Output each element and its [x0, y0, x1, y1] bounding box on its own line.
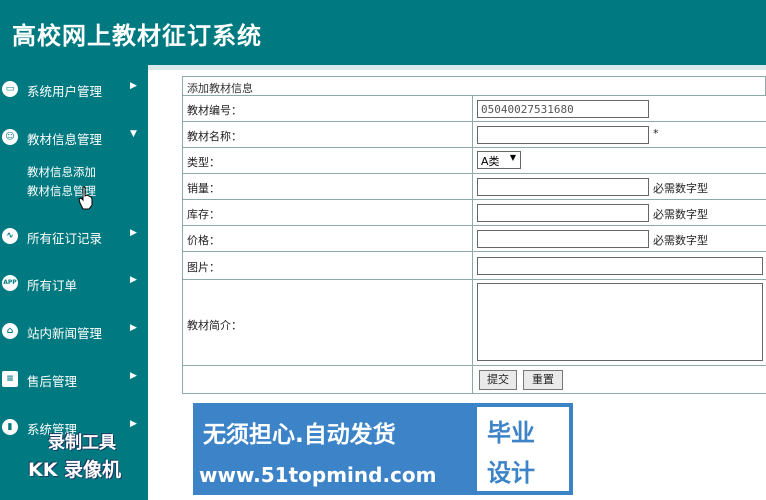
wave-icon: ∿: [2, 228, 18, 244]
numeric-hint: 必需数字型: [653, 208, 708, 221]
textbook-name-input[interactable]: [477, 126, 649, 144]
form-row-type: 类型： A类 ▼: [182, 148, 766, 174]
price-input[interactable]: [477, 230, 649, 248]
form-row-sales: 销量： 必需数字型: [182, 174, 766, 200]
field-value-cell: 必需数字型: [473, 174, 766, 199]
textbook-code-input[interactable]: [477, 100, 649, 118]
recorder-watermark-line2: KK 录像机: [28, 459, 122, 481]
ad-banner-badge: 毕业 设计: [473, 403, 573, 495]
field-label: 教材编号：: [183, 96, 473, 121]
chevron-right-icon: ▶: [130, 275, 137, 285]
chart-icon: ▮: [2, 419, 18, 435]
stack-icon: ≡: [2, 371, 18, 387]
monitor-icon: ▭: [2, 81, 18, 97]
intro-textarea[interactable]: [477, 283, 763, 361]
numeric-hint: 必需数字型: [653, 182, 708, 195]
field-label: 类型：: [183, 148, 473, 173]
chevron-right-icon: ▶: [130, 371, 137, 381]
form-row-name: 教材名称： *: [182, 122, 766, 148]
image-input[interactable]: [477, 257, 763, 275]
sidebar-item-label: 站内新闻管理: [27, 326, 103, 341]
ad-banner: 无须担心.自动发货 www.51topmind.com: [193, 403, 473, 495]
type-select[interactable]: A类 ▼: [477, 151, 521, 169]
chevron-right-icon: ▶: [130, 323, 137, 333]
app-title: 高校网上教材征订系统: [12, 21, 262, 50]
field-value-cell: [473, 252, 766, 279]
stock-input[interactable]: [477, 204, 649, 222]
dropdown-arrow-icon: ▼: [509, 153, 516, 162]
submenu-item-textbook-add[interactable]: 教材信息添加: [27, 164, 96, 180]
content-top-bar: [148, 65, 766, 70]
app-icon: APP: [2, 275, 18, 291]
sidebar-item-textbook-info[interactable]: ☺ 教材信息管理 ▼: [0, 117, 148, 157]
chevron-right-icon: ▶: [130, 81, 137, 91]
field-label: 价格：: [183, 226, 473, 251]
sidebar-item-orders[interactable]: APP 所有订单 ▶: [0, 263, 148, 303]
field-label: 图片：: [183, 252, 473, 279]
empty-label-cell: [183, 366, 473, 393]
field-label: 教材名称：: [183, 122, 473, 147]
form-row-actions: 提交 重置: [182, 366, 766, 394]
form-row-image: 图片：: [182, 252, 766, 280]
sidebar-item-label: 系统用户管理: [27, 84, 103, 99]
sidebar-item-label: 售后管理: [27, 374, 78, 389]
hand-cursor-icon: [78, 186, 93, 210]
ad-badge-line1: 毕业: [487, 419, 535, 447]
form-row-code: 教材编号：: [182, 96, 766, 122]
field-label: 销量：: [183, 174, 473, 199]
form-row-price: 价格： 必需数字型: [182, 226, 766, 252]
sales-input[interactable]: [477, 178, 649, 196]
sidebar-item-label: 教材信息管理: [27, 132, 103, 147]
sidebar-item-subscriptions[interactable]: ∿ 所有征订记录 ▶: [0, 216, 148, 256]
field-value-cell: 必需数字型: [473, 200, 766, 225]
chevron-right-icon: ▶: [130, 228, 137, 238]
sidebar-item-system-users[interactable]: ▭ 系统用户管理 ▶: [0, 69, 148, 109]
user-gear-icon: ☺: [2, 129, 18, 145]
chevron-down-icon: ▼: [130, 129, 137, 139]
ad-banner-slogan: 无须担心.自动发货: [203, 422, 396, 448]
field-label: 库存：: [183, 200, 473, 225]
type-select-value: A类: [481, 155, 500, 168]
form-row-stock: 库存： 必需数字型: [182, 200, 766, 226]
field-value-cell: A类 ▼: [473, 148, 766, 173]
field-value-cell: 必需数字型: [473, 226, 766, 251]
field-value-cell: [473, 280, 766, 365]
ad-badge-line2: 设计: [487, 459, 535, 487]
required-mark: *: [653, 127, 659, 140]
reset-button[interactable]: 重置: [523, 370, 563, 390]
recorder-watermark-line1: 录制工具: [48, 433, 116, 453]
sidebar-item-news[interactable]: ⌂ 站内新闻管理 ▶: [0, 311, 148, 351]
app-header: 高校网上教材征订系统: [0, 0, 766, 65]
form-row-intro: 教材简介：: [182, 280, 766, 366]
sidebar-item-label: 所有订单: [27, 278, 78, 293]
sidebar-item-label: 所有征订记录: [27, 231, 103, 246]
numeric-hint: 必需数字型: [653, 234, 708, 247]
actions-cell: 提交 重置: [473, 366, 766, 393]
field-label: 教材简介：: [183, 280, 473, 365]
field-value-cell: [473, 96, 766, 121]
form-caption: 添加教材信息: [182, 76, 766, 96]
sidebar-item-after-sales[interactable]: ≡ 售后管理 ▶: [0, 359, 148, 399]
home-icon: ⌂: [2, 323, 18, 339]
submit-button[interactable]: 提交: [479, 370, 517, 390]
field-value-cell: *: [473, 122, 766, 147]
ad-banner-url: www.51topmind.com: [199, 463, 437, 487]
chevron-right-icon: ▶: [130, 419, 137, 429]
